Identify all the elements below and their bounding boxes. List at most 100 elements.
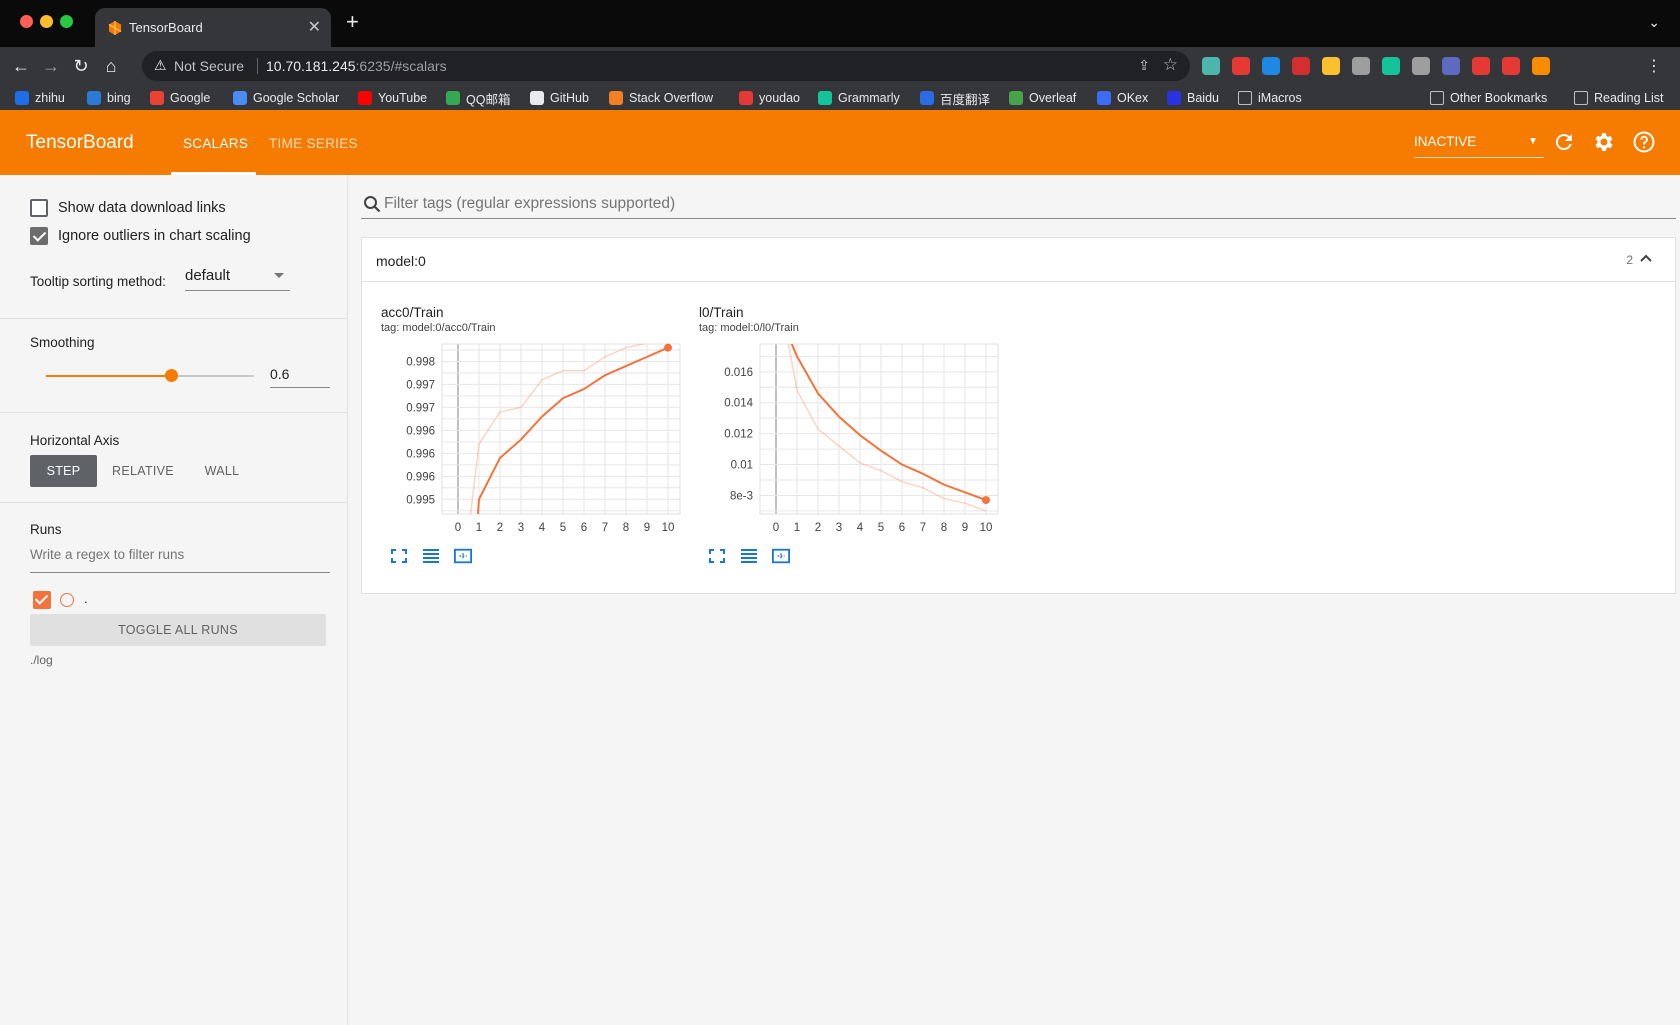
log-scale-icon[interactable] [740,548,758,564]
chevron-up-icon[interactable] [1639,251,1653,265]
bookmarks-bar: zhihu bing Google Google Scholar YouTube QQ邮箱… [0,85,1680,110]
bookmark-item[interactable]: QQ邮箱 [446,89,510,107]
bookmark-label: iMacros [1258,91,1302,105]
security-label: Not Secure [174,58,245,74]
tab-scalars[interactable]: SCALARS [183,136,248,151]
bookmark-label: Stack Overflow [629,91,714,105]
ext-12-icon[interactable] [1532,57,1550,75]
bookmark-favicon-icon [609,91,623,105]
run-checkbox[interactable] [33,591,51,609]
bookmark-favicon-icon [87,91,101,105]
bookmark-item[interactable]: Overleaf [1009,89,1076,107]
home-icon[interactable]: ⌂ [100,55,122,77]
fullscreen-icon[interactable] [390,548,408,564]
tooltip-sorting-select[interactable]: default [185,267,290,291]
reading-list[interactable]: Reading List [1574,89,1664,107]
chart-plot[interactable]: 0 1 2 3 4 5 6 7 8 9 10 0.995 0.996 0.996 0.996 0.997 0.9… [362,336,692,546]
smoothing-slider[interactable] [46,369,254,382]
plugin-select[interactable]: INACTIVE ▼ [1414,134,1544,158]
ext-1-icon[interactable] [1202,57,1220,75]
ext-3-icon[interactable] [1262,57,1280,75]
ext-2-icon[interactable] [1232,57,1250,75]
close-window-button[interactable] [20,15,33,28]
forward-arrow-icon[interactable]: → [40,55,62,77]
bookmark-item[interactable]: YouTube [358,89,427,107]
ext-5-icon[interactable] [1322,57,1340,75]
tag-group-title: model:0 [376,253,426,269]
reload-icon[interactable]: ↻ [70,55,92,77]
bookmark-item[interactable]: Grammarly [818,89,900,107]
help-icon[interactable] [1632,130,1656,154]
back-arrow-icon[interactable]: ← [10,55,32,77]
address-bar[interactable]: ⚠ Not Secure 10.70.181.245:6235/#scalars… [142,51,1190,81]
ext-11-icon[interactable] [1502,57,1520,75]
bookmark-item[interactable]: zhihu [15,89,65,107]
bookmark-star-icon[interactable]: ☆ [1163,55,1178,75]
ext-7-icon[interactable] [1382,57,1400,75]
bookmark-item[interactable]: youdao [739,89,800,107]
plot-frame [759,343,999,515]
close-tab-icon[interactable]: ✕ [308,17,321,37]
chart-title: acc0/Train [381,305,444,320]
axis-wall-button[interactable]: WALL [190,455,254,487]
new-tab-button[interactable]: + [346,11,359,33]
fullscreen-icon[interactable] [708,548,726,564]
x-tick-label: 0 [773,522,779,534]
bookmark-item[interactable]: iMacros [1238,89,1302,107]
show-download-links-option[interactable]: Show data download links [30,199,226,217]
fit-domain-icon[interactable] [772,548,790,564]
show-download-links-checkbox[interactable] [30,199,48,217]
smoothing-slider-thumb[interactable] [164,369,178,382]
bookmark-label: bing [107,91,131,105]
tab-time-series[interactable]: TIME SERIES [269,136,358,151]
ext-8-icon[interactable] [1412,57,1430,75]
axis-relative-button[interactable]: RELATIVE [110,455,176,487]
run-color-radio[interactable] [60,593,74,607]
smoothing-input[interactable]: 0.6 [270,364,330,388]
tag-group-count: 2 [1626,253,1633,267]
bookmark-item[interactable]: 百度翻译 [920,89,990,107]
bookmark-favicon-icon [150,91,164,105]
x-tick-label: 10 [980,522,993,534]
ext-6-icon[interactable] [1352,57,1370,75]
ignore-outliers-checkbox[interactable] [30,227,48,245]
y-tick-label: 0.016 [724,367,753,379]
smoothing-label: Smoothing [30,335,95,350]
bookmark-item[interactable]: Baidu [1167,89,1219,107]
axis-step-button[interactable]: STEP [30,455,97,487]
search-icon [364,196,381,213]
folder-icon [1238,91,1252,105]
minimize-window-button[interactable] [40,15,53,28]
bookmark-item[interactable]: OKex [1097,89,1148,107]
bookmark-item[interactable]: Google [150,89,210,107]
ignore-outliers-option[interactable]: Ignore outliers in chart scaling [30,227,251,245]
fit-domain-icon[interactable] [454,548,472,564]
bookmark-item[interactable]: GitHub [530,89,589,107]
bookmark-label: OKex [1117,91,1149,105]
browser-menu-icon[interactable]: ⋮ [1646,56,1662,76]
tab-search-icon[interactable]: ⌄ [1648,14,1660,31]
tag-filter-input[interactable]: Filter tags (regular expressions support… [361,193,1676,219]
tag-group-header[interactable]: model:0 2 [362,238,1675,282]
ext-10-icon[interactable] [1472,57,1490,75]
settings-gear-icon[interactable] [1592,130,1616,154]
bookmark-label: Google [170,91,211,105]
refresh-icon[interactable] [1552,130,1576,154]
bookmark-item[interactable]: Google Scholar [233,89,339,107]
maximize-window-button[interactable] [60,15,73,28]
bookmark-item[interactable]: Stack Overflow [609,89,713,107]
x-tick-label: 1 [794,522,800,534]
run-name: . [84,591,88,606]
folder-icon [1430,91,1444,105]
toggle-all-runs-button[interactable]: TOGGLE ALL RUNS [30,614,326,646]
share-icon[interactable]: ⇪ [1138,57,1150,74]
bookmark-other[interactable]: Other Bookmarks [1430,89,1547,107]
chart-plot[interactable]: 0 1 2 3 4 5 6 7 8 9 10 8e-3 0.01 0.012 0.014 0.016 [680,336,1010,546]
log-scale-icon[interactable] [422,548,440,564]
runs-filter-input[interactable]: Write a regex to filter runs [30,547,330,573]
bookmark-label: GitHub [550,91,589,105]
browser-tab-tensorboard[interactable]: TensorBoard ✕ [95,8,331,47]
bookmark-item[interactable]: bing [87,89,131,107]
ext-4-icon[interactable] [1292,57,1310,75]
ext-9-icon[interactable] [1442,57,1460,75]
